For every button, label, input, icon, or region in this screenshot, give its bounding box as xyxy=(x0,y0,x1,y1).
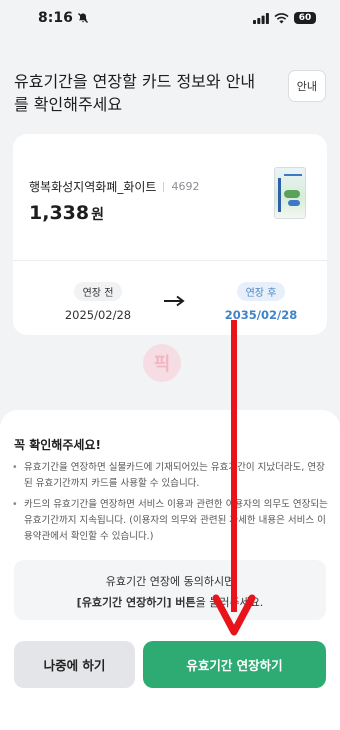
period-after: 연장 후 2035/02/28 xyxy=(206,281,316,322)
period-after-label: 연장 후 xyxy=(236,282,286,301)
notice-item: 유효기간을 연장하면 실물카드에 기재되어있는 유효기간이 지났더라도, 연장된… xyxy=(10,460,330,492)
consent-line2-rest: 을 눌러주세요. xyxy=(195,596,264,609)
card-balance: 1,338 원 xyxy=(29,202,104,224)
page-title: 유효기간을 연장할 카드 정보와 안내를 확인해주세요 xyxy=(14,72,256,114)
notice-list: 유효기간을 연장하면 실물카드에 기재되어있는 유효기간이 지났더라도, 연장된… xyxy=(10,460,330,550)
balance-amount: 1,338 xyxy=(29,202,90,224)
bottom-sheet: 꼭 확인해주세요! 유효기간을 연장하면 실물카드에 기재되어있는 유효기간이 … xyxy=(0,410,340,730)
notice-item: 카드의 유효기간을 연장하면 서비스 이용과 관련한 이용자의 의무도 연장되는… xyxy=(10,497,330,545)
status-time-text: 8:16 xyxy=(38,10,73,26)
consent-line2: [유효기간 연장하기] 버튼을 눌러주세요. xyxy=(14,594,326,610)
guide-button[interactable]: 안내 xyxy=(287,70,326,102)
panel-divider xyxy=(13,260,327,261)
extend-button[interactable]: 유효기간 연장하기 xyxy=(143,641,326,688)
card-name: 행복화성지역화폐_화이트 xyxy=(29,180,157,194)
status-bar: 8:16 60 xyxy=(0,0,340,36)
consent-button-name: [유효기간 연장하기] 버튼 xyxy=(76,596,196,609)
bell-muted-icon xyxy=(77,13,88,23)
period-before-date: 2025/02/28 xyxy=(64,308,132,322)
arrow-right-icon xyxy=(164,295,185,307)
card-name-row: 행복화성지역화폐_화이트 4692 xyxy=(29,178,199,195)
watermark-logo: 픽 xyxy=(143,344,181,382)
consent-line1: 유효기간 연장에 동의하시면 xyxy=(105,575,235,588)
status-time: 8:16 xyxy=(38,10,89,26)
balance-unit: 원 xyxy=(91,207,104,223)
wifi-icon xyxy=(274,12,289,23)
card-separator xyxy=(163,181,165,192)
card-thumbnail xyxy=(274,167,306,219)
signal-icon xyxy=(253,12,269,24)
period-before-label: 연장 전 xyxy=(73,282,123,301)
card-info-panel: 행복화성지역화폐_화이트 4692 1,338 원 연장 전 2025/02/28… xyxy=(13,134,327,335)
status-indicators: 60 xyxy=(253,12,316,24)
later-button[interactable]: 나중에 하기 xyxy=(14,641,135,688)
card-number: 4692 xyxy=(171,180,200,193)
period-before: 연장 전 2025/02/28 xyxy=(43,281,153,322)
page-header: 유효기간을 연장할 카드 정보와 안내를 확인해주세요 안내 xyxy=(14,70,326,116)
battery-icon: 60 xyxy=(294,12,316,24)
notice-title: 꼭 확인해주세요! xyxy=(14,438,101,452)
consent-box: 유효기간 연장에 동의하시면 [유효기간 연장하기] 버튼을 눌러주세요. xyxy=(14,560,326,620)
period-after-date: 2035/02/28 xyxy=(224,308,298,322)
